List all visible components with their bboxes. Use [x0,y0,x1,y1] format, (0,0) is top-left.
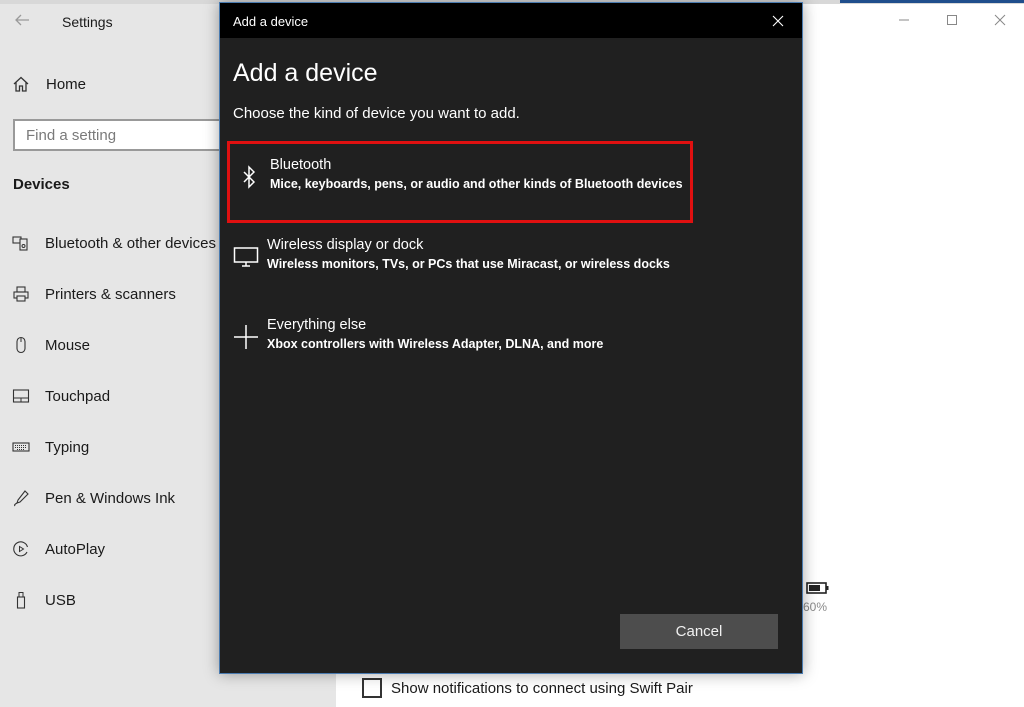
sidebar-item-typing[interactable]: Typing [12,435,89,459]
sidebar-item-printers[interactable]: Printers & scanners [12,282,176,306]
battery-icon [806,582,829,594]
home-icon [13,76,29,92]
sidebar-item-label: Bluetooth & other devices [45,234,216,252]
option-description: Wireless monitors, TVs, or PCs that use … [267,257,670,271]
bluetooth-icon [243,165,256,189]
window-controls [880,4,1024,36]
background-taskbar-edge [840,0,1024,3]
dialog-heading: Add a device [233,59,378,87]
bluetooth-devices-icon [12,236,28,251]
back-button[interactable] [10,12,34,34]
printer-icon [13,286,29,302]
close-window-button[interactable] [976,4,1024,36]
sidebar-item-pen[interactable]: Pen & Windows Ink [12,486,175,510]
touchpad-icon [12,389,30,403]
sidebar-item-autoplay[interactable]: AutoPlay [12,537,105,561]
autoplay-icon [13,541,29,557]
swift-pair-checkbox[interactable]: Show notifications to connect using Swif… [362,678,693,698]
option-description: Xbox controllers with Wireless Adapter, … [267,337,604,351]
sidebar-item-touchpad[interactable]: Touchpad [12,384,110,408]
home-label: Home [46,75,87,93]
section-title: Devices [13,176,70,193]
option-description: Mice, keyboards, pens, or audio and othe… [270,177,683,191]
option-bluetooth[interactable]: Bluetooth Mice, keyboards, pens, or audi… [227,141,693,223]
sidebar-item-usb[interactable]: USB [12,588,76,612]
keyboard-icon [12,442,30,452]
battery-percent: 60% [803,600,828,614]
dialog-subtitle: Choose the kind of device you want to ad… [233,105,520,122]
option-title: Bluetooth [270,157,332,173]
sidebar-item-label: Printers & scanners [45,285,176,303]
sidebar-item-label: Mouse [45,336,91,354]
sidebar-item-label: Typing [45,438,90,456]
close-icon [772,15,784,27]
sidebar-item-label: Pen & Windows Ink [45,489,176,507]
swift-pair-label: Show notifications to connect using Swif… [391,679,693,697]
dialog-window-title: Add a device [233,14,309,29]
search-input[interactable] [26,127,215,144]
home-nav-item[interactable]: Home [12,72,86,96]
search-box[interactable] [13,119,228,151]
usb-icon [16,592,26,609]
sidebar-item-label: AutoPlay [45,540,106,558]
pen-icon [14,490,29,507]
app-title: Settings [62,14,113,30]
mouse-icon [16,336,26,354]
add-device-dialog: Add a device Add a device Choose the kin… [219,2,803,674]
screen: Settings Home Devices Bluetooth & other … [0,0,1024,707]
option-everything-else[interactable]: Everything else Xbox controllers with Wi… [227,304,693,386]
plus-icon [234,325,258,349]
minimize-icon [899,19,909,21]
dialog-titlebar: Add a device [220,3,802,38]
checkbox-box[interactable] [362,678,382,698]
close-icon [994,14,1006,26]
sidebar-item-label: Touchpad [45,387,111,405]
minimize-button[interactable] [880,4,928,36]
monitor-icon [233,247,259,267]
option-title: Wireless display or dock [267,237,424,253]
maximize-icon [947,15,957,25]
cancel-button[interactable]: Cancel [620,614,778,649]
option-title: Everything else [267,317,367,333]
option-wireless-display[interactable]: Wireless display or dock Wireless monito… [227,224,693,306]
sidebar-item-bluetooth-devices[interactable]: Bluetooth & other devices [12,231,216,255]
maximize-button[interactable] [928,4,976,36]
sidebar-item-mouse[interactable]: Mouse [12,333,90,357]
dialog-close-button[interactable] [764,9,792,33]
sidebar-item-label: USB [45,591,76,609]
back-arrow-icon [15,14,29,26]
